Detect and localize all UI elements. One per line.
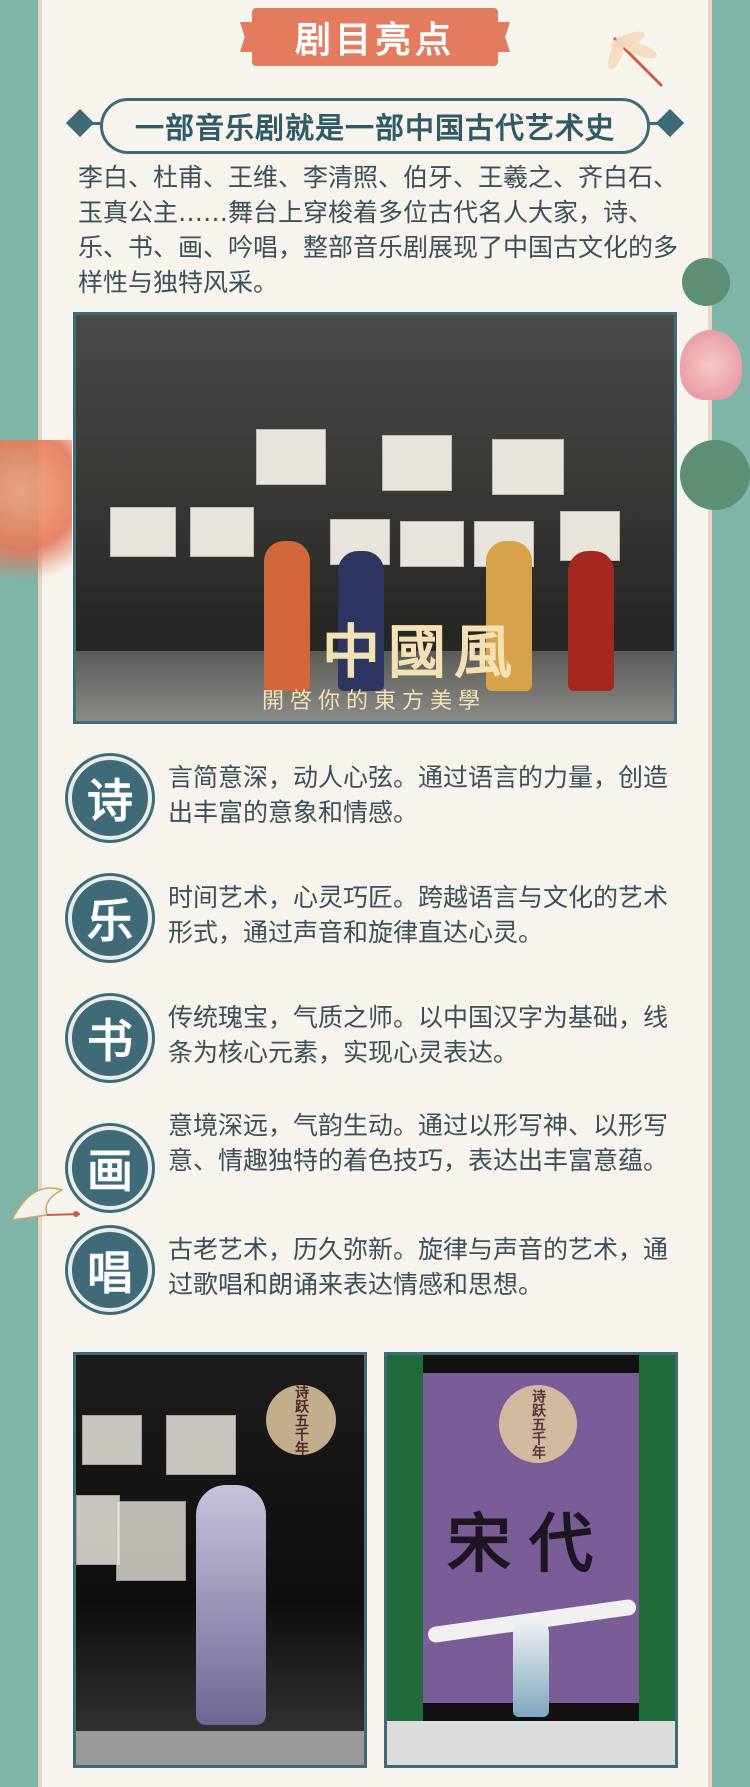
- hanging-lantern: [400, 521, 464, 567]
- singing-seal-icon: 唱: [68, 1228, 152, 1312]
- show-seal: 诗跃五千年: [499, 1385, 577, 1463]
- art-description: 传统瑰宝，气质之师。以中国汉字为基础，线条为核心元素，实现心灵表达。: [168, 1003, 669, 1067]
- curtain-left: [387, 1355, 423, 1765]
- dynasty-title: 宋代: [447, 1507, 611, 1582]
- stage-floor: [387, 1721, 675, 1765]
- painting-seal-icon: 画: [68, 1126, 152, 1210]
- performer-photo-left: 诗跃五千年: [73, 1352, 367, 1768]
- poetry-seal-icon: 诗: [68, 756, 152, 840]
- logo-subtitle: 開啓你的東方美學: [262, 689, 487, 714]
- subtitle-text: 一部音乐剧就是一部中国古代艺术史: [134, 111, 615, 145]
- performer: [196, 1485, 266, 1725]
- hanging-lantern: [492, 439, 564, 495]
- hanging-lantern: [190, 507, 254, 557]
- calligraphy-seal-icon: 书: [68, 996, 152, 1080]
- subtitle-ribbon: 一部音乐剧就是一部中国古代艺术史: [100, 98, 650, 154]
- art-description: 时间艺术，心灵巧匠。跨越语言与文化的艺术形式，通过声音和旋律直达心灵。: [168, 883, 669, 947]
- logo-title: 中國風: [322, 618, 521, 686]
- hanging-lantern: [382, 435, 452, 491]
- hanging-lantern: [110, 507, 176, 557]
- show-seal: 诗跃五千年: [266, 1385, 336, 1455]
- section-title: 剧目亮点: [294, 20, 455, 61]
- art-description: 言简意深，动人心弦。通过语言的力量，创造出丰富的意象和情感。: [168, 763, 669, 827]
- lotus-leaf-icon: [680, 440, 750, 510]
- stage-floor: [76, 1731, 364, 1765]
- music-seal-icon: 乐: [68, 876, 152, 960]
- performer-photo-right: 诗跃五千年 宋代: [384, 1352, 678, 1768]
- hanging-lantern: [116, 1501, 186, 1581]
- dragonfly-icon: [608, 31, 664, 88]
- performer: [513, 1617, 549, 1717]
- hanging-lantern: [76, 1495, 120, 1565]
- performer: [568, 551, 614, 691]
- main-stage-photo: 中國風 開啓你的東方美學: [73, 312, 677, 724]
- section-banner: 剧目亮点: [252, 8, 498, 66]
- hanging-lantern: [256, 429, 326, 485]
- lotus-flower-icon: [680, 330, 742, 400]
- curtain-right: [639, 1355, 675, 1765]
- art-description: 意境深远，气韵生动。通过以形写神、以形写意、情趣独特的着色技巧，表达出丰富意蕴。: [168, 1111, 669, 1175]
- lotus-leaf-icon: [682, 258, 730, 306]
- hanging-lantern: [166, 1415, 236, 1475]
- performer: [264, 541, 310, 691]
- hanging-lantern: [82, 1415, 142, 1465]
- art-description: 古老艺术，历久弥新。旋律与声音的艺术，通过歌唱和朗诵来表达情感和思想。: [168, 1235, 669, 1299]
- cloud-ornament: [0, 440, 72, 610]
- intro-paragraph: 李白、杜甫、王维、李清照、伯牙、王羲之、齐白石、玉真公主……舞台上穿梭着多位古代…: [78, 163, 679, 297]
